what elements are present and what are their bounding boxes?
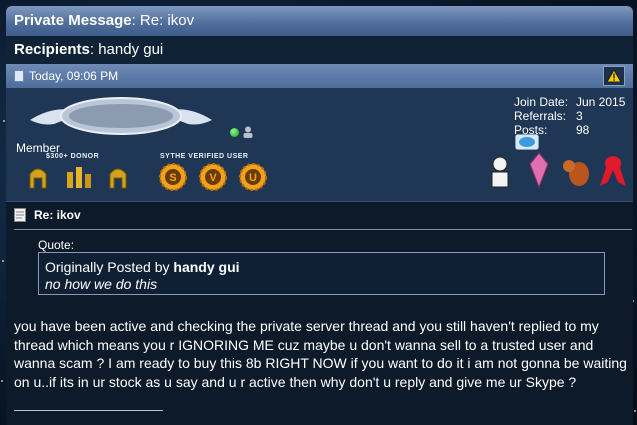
recipients-value: : handy gui xyxy=(89,41,164,58)
title-divider xyxy=(14,229,632,230)
pm-title-rest: : Re: ikov xyxy=(131,12,195,29)
verified-badge-label: SYTHE VERIFIED USER xyxy=(160,153,249,160)
donor-gold-icon xyxy=(67,167,91,188)
post-icon xyxy=(14,70,24,82)
message-content: Re: ikov Quote: Originally Posted by han… xyxy=(6,202,633,425)
recipients-bar: Recipients: handy gui xyxy=(6,36,633,64)
donor-helmet-icon-2 xyxy=(109,168,127,189)
verified-v-icon: V xyxy=(199,163,227,191)
document-icon xyxy=(14,208,26,222)
quote-author-link[interactable]: handy gui xyxy=(173,259,239,275)
recipients-label: Recipients xyxy=(14,41,90,58)
signature-divider xyxy=(14,410,163,411)
user-info-panel: Member $300+ DONOR SYTHE VERIFIED USER S… xyxy=(6,88,633,201)
post-title: Re: ikov xyxy=(34,208,81,222)
person-icon[interactable] xyxy=(242,126,254,138)
post-date-bar: Today, 09:06 PM xyxy=(6,64,633,88)
quote-box: Originally Posted by handy gui no how we… xyxy=(38,252,605,295)
username-logo-image[interactable] xyxy=(28,92,214,140)
donor-helmet-icon xyxy=(29,168,47,189)
donor-badge-label: $300+ DONOR xyxy=(46,153,100,160)
skype-icon[interactable] xyxy=(515,134,539,150)
svg-text:S: S xyxy=(169,172,176,184)
quote-text: no how we do this xyxy=(45,276,158,292)
svg-text:U: U xyxy=(249,172,257,184)
message-body: you have been active and checking the pr… xyxy=(14,318,627,390)
user-stats: Join Date: Jun 2015 Referrals: 3 Posts: 98 xyxy=(514,95,625,137)
verified-u-icon: U xyxy=(239,163,267,191)
private-message-header: Private Message: Re: ikov xyxy=(6,6,633,36)
quote-label: Quote: xyxy=(38,238,75,252)
stat-referrals: Referrals: 3 xyxy=(514,109,583,123)
online-status-icon xyxy=(230,128,239,137)
quote-prefix: Originally Posted by xyxy=(45,259,170,275)
award-figure-icon xyxy=(491,156,509,188)
svg-text:V: V xyxy=(209,172,217,184)
award-ribbon-icon xyxy=(600,156,626,186)
warning-icon xyxy=(607,70,621,82)
pm-title-bold: Private Message xyxy=(14,12,132,29)
report-post-button[interactable] xyxy=(603,66,625,86)
award-squirrel-icon xyxy=(563,160,589,186)
post-datetime: Today, 09:06 PM xyxy=(29,69,119,83)
post-title-row: Re: ikov xyxy=(14,208,81,222)
award-crystal-icon xyxy=(529,152,549,188)
stat-join-date: Join Date: Jun 2015 xyxy=(514,95,626,109)
verified-s-icon: S xyxy=(159,163,187,191)
